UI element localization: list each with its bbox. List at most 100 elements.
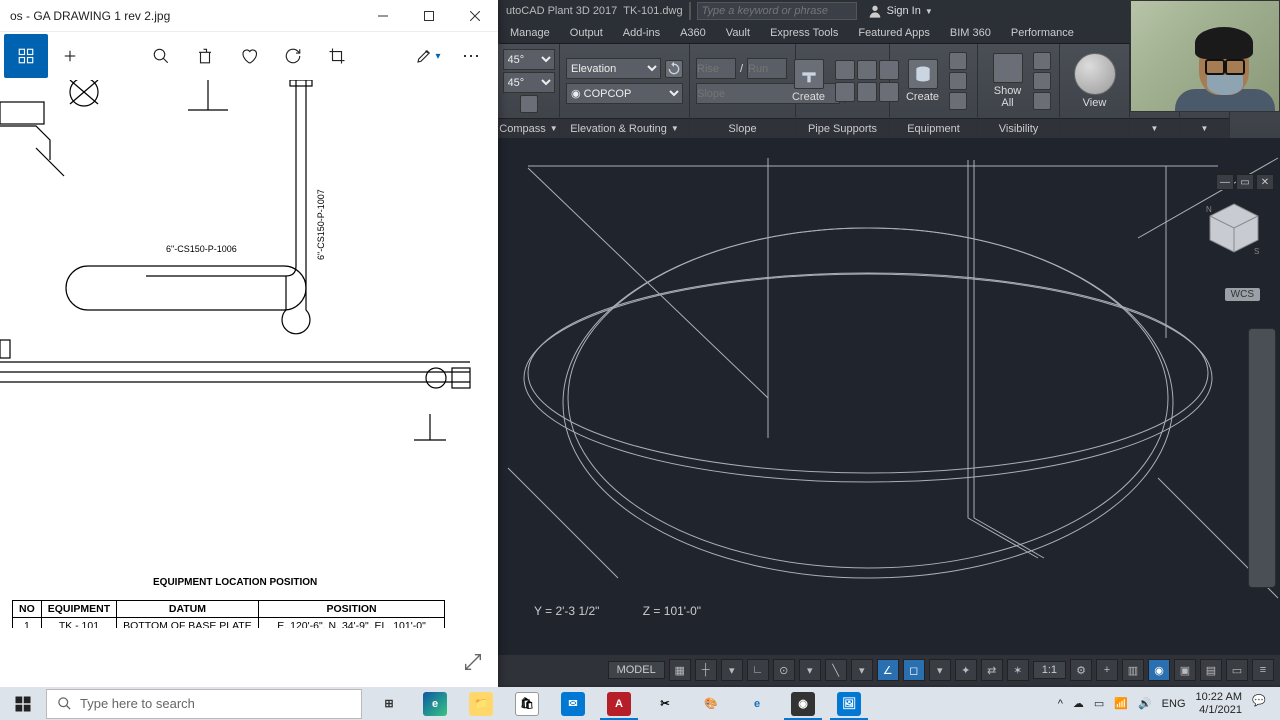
compass-angle-1[interactable]: 45°	[503, 49, 555, 70]
maximize-button[interactable]	[406, 0, 452, 32]
vp-minimize[interactable]: —	[1216, 174, 1234, 190]
see-all-photos-button[interactable]	[4, 34, 48, 78]
taskbar-paint[interactable]: 🎨	[688, 687, 734, 720]
taskbar-snip[interactable]: ✂	[642, 687, 688, 720]
tray-meet-icon[interactable]: ▭	[1094, 697, 1104, 710]
equip-tool-1[interactable]	[949, 52, 967, 70]
clean-screen[interactable]: ▭	[1226, 659, 1248, 681]
tab-express[interactable]: Express Tools	[760, 22, 848, 43]
tray-wifi-icon[interactable]: 📶	[1114, 697, 1128, 710]
taskbar-explorer[interactable]: 📁	[458, 687, 504, 720]
edit-button[interactable]: ▾	[406, 34, 450, 78]
taskbar-edge[interactable]: e	[412, 687, 458, 720]
add-to-button[interactable]	[48, 34, 92, 78]
snap-toggle[interactable]: ┼	[695, 659, 717, 681]
compass-icon[interactable]	[520, 95, 538, 113]
support-tool-1[interactable]	[835, 60, 855, 80]
polar-toggle[interactable]: ⊙	[773, 659, 795, 681]
dyn-ucs[interactable]: ✦	[955, 659, 977, 681]
tab-bim360[interactable]: BIM 360	[940, 22, 1001, 43]
svg-text:6"-CS150-P-1006: 6"-CS150-P-1006	[166, 244, 237, 254]
support-tool-4[interactable]	[835, 82, 855, 102]
elevation-mode[interactable]: Elevation	[566, 58, 661, 79]
crop-button[interactable]	[315, 34, 359, 78]
compass-angle-2[interactable]: 45°	[503, 72, 555, 93]
rotate-button[interactable]	[271, 34, 315, 78]
tab-featured[interactable]: Featured Apps	[848, 22, 940, 43]
minimize-button[interactable]	[360, 0, 406, 32]
wcs-badge[interactable]: WCS	[1225, 288, 1260, 301]
taskbar-ie[interactable]: e	[734, 687, 780, 720]
view-button[interactable]: View	[1068, 51, 1122, 111]
support-tool-5[interactable]	[857, 82, 877, 102]
close-button[interactable]	[452, 0, 498, 32]
support-tool-2[interactable]	[857, 60, 877, 80]
viewcube[interactable]: N S	[1204, 198, 1264, 258]
equip-tool-2[interactable]	[949, 72, 967, 90]
tray-onedrive-icon[interactable]: ☁	[1073, 697, 1084, 710]
action-center-icon[interactable]: 💬	[1252, 694, 1272, 714]
sync-icon[interactable]	[665, 60, 683, 78]
tray-chevron-icon[interactable]: ^	[1058, 698, 1063, 710]
tab-manage[interactable]: Manage	[500, 22, 560, 43]
layout-status[interactable]: ▥	[1122, 659, 1144, 681]
drop-2[interactable]: ▾	[799, 659, 821, 681]
fullscreen-button[interactable]	[460, 649, 486, 675]
tab-addins[interactable]: Add-ins	[613, 22, 670, 43]
sel-cycle[interactable]: ⇄	[981, 659, 1003, 681]
rise-input[interactable]	[696, 58, 736, 79]
plus-status[interactable]: +	[1096, 659, 1118, 681]
vis-tool-3[interactable]	[1033, 92, 1051, 110]
customize-status[interactable]: ≡	[1252, 659, 1274, 681]
show-all-button[interactable]: Show All	[987, 51, 1029, 111]
tab-vault[interactable]: Vault	[716, 22, 760, 43]
delete-button[interactable]	[183, 34, 227, 78]
more-button[interactable]: ⋯	[450, 34, 494, 78]
vp-restore[interactable]: ▭	[1236, 174, 1254, 190]
tab-performance[interactable]: Performance	[1001, 22, 1084, 43]
drop-4[interactable]: ▾	[929, 659, 951, 681]
grid-toggle[interactable]: ▦	[669, 659, 691, 681]
isoplane[interactable]: ╲	[825, 659, 847, 681]
ortho-toggle[interactable]: ∟	[747, 659, 769, 681]
cop-select[interactable]: ◉ COPCOP	[566, 83, 683, 104]
hw-accel[interactable]: ▤	[1200, 659, 1222, 681]
start-button[interactable]	[0, 687, 46, 720]
vis-tool-1[interactable]	[1033, 52, 1051, 70]
taskbar-search[interactable]: Type here to search	[46, 689, 362, 719]
navigation-bar[interactable]	[1248, 328, 1276, 588]
gear-status[interactable]: ⚙	[1070, 659, 1092, 681]
tray-clock[interactable]: 10:22 AM 4/1/2021	[1196, 691, 1242, 715]
taskbar-obs[interactable]: ◉	[780, 687, 826, 720]
favorite-button[interactable]	[227, 34, 271, 78]
taskbar-store[interactable]: 🛍	[504, 687, 550, 720]
vis-tool-2[interactable]	[1033, 72, 1051, 90]
vp-close[interactable]: ✕	[1256, 174, 1274, 190]
3dosnap-toggle[interactable]: ◻	[903, 659, 925, 681]
run-input[interactable]	[747, 58, 787, 79]
zoom-button[interactable]	[139, 34, 183, 78]
model-paper-toggle[interactable]: MODEL	[608, 661, 665, 679]
taskbar-autocad[interactable]: A	[596, 687, 642, 720]
infocenter-search[interactable]	[697, 2, 857, 20]
gizmo[interactable]: ✶	[1007, 659, 1029, 681]
create-equipment-button[interactable]: Create	[900, 57, 945, 105]
create-support-button[interactable]: Create	[786, 57, 831, 105]
taskbar-photos[interactable]: 🖼	[826, 687, 872, 720]
tab-a360[interactable]: A360	[670, 22, 716, 43]
model-space[interactable]: — ▭ ✕ N S WCS	[498, 138, 1280, 678]
drop-3[interactable]: ▾	[851, 659, 873, 681]
signin-button[interactable]: Sign In ▼	[867, 3, 933, 19]
units-status[interactable]: ▣	[1174, 659, 1196, 681]
anno-scale[interactable]: 1:1	[1033, 661, 1066, 679]
tray-language[interactable]: ENG	[1162, 698, 1186, 710]
drop-1[interactable]: ▾	[721, 659, 743, 681]
quickprops[interactable]: ◉	[1148, 659, 1170, 681]
equip-tool-3[interactable]	[949, 92, 967, 110]
tab-output[interactable]: Output	[560, 22, 613, 43]
tray-volume-icon[interactable]: 🔊	[1138, 697, 1152, 710]
task-view-button[interactable]: ⊞	[366, 687, 412, 720]
photos-canvas[interactable]: 6"-CS150-P-1006 6"-CS150-P-1007 EQUIPMEN…	[0, 80, 498, 628]
osnap-toggle[interactable]: ∠	[877, 659, 899, 681]
taskbar-mail[interactable]: ✉	[550, 687, 596, 720]
